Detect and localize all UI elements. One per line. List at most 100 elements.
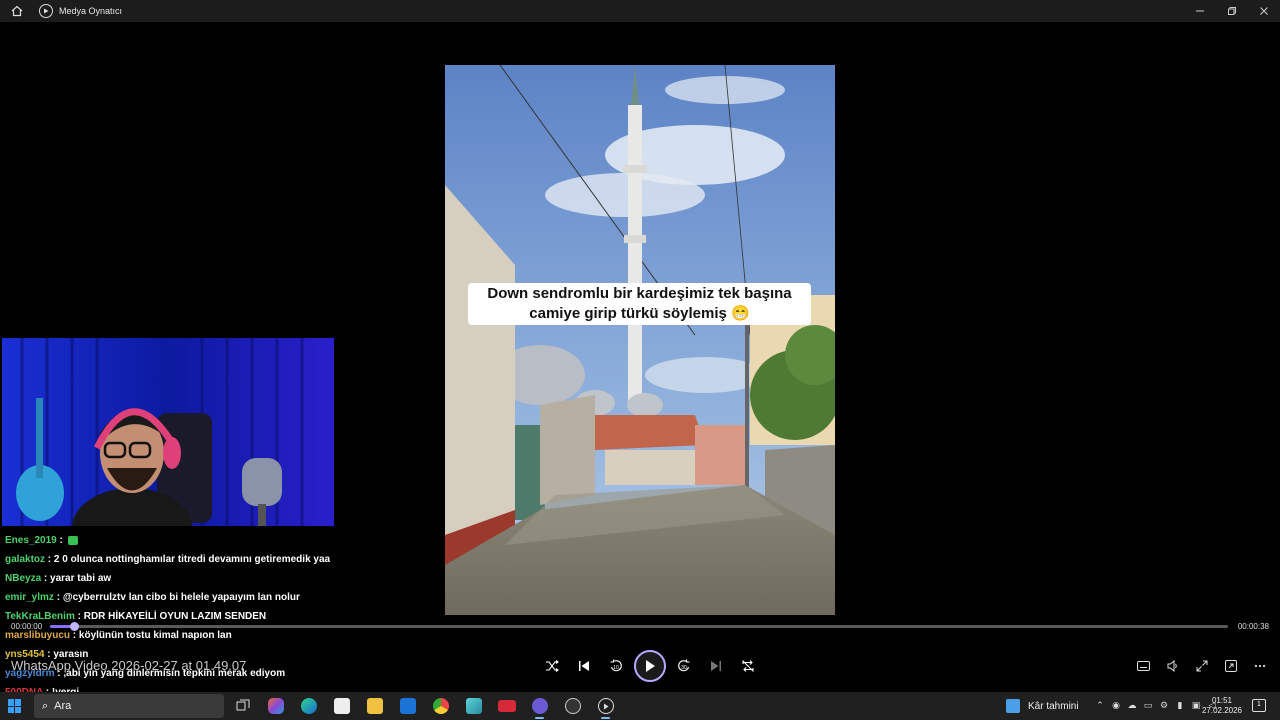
taskbar-store[interactable] [325, 692, 358, 720]
chat-message: NBeyza : yarar tabi aw [5, 569, 385, 588]
chat-message: galaktoz : 2 0 olunca nottinghamılar tit… [5, 550, 385, 569]
chat-username: galaktoz [5, 554, 46, 565]
taskbar-media-player[interactable] [589, 692, 622, 720]
display-icon[interactable]: ▭ [1140, 701, 1156, 711]
miniplayer-button[interactable] [1216, 653, 1245, 679]
clock-time: 01:51 [1211, 696, 1233, 705]
chat-separator: : [56, 535, 66, 546]
title-bar: Medya Oynatıcı [0, 0, 1280, 22]
clock-date: 27.02.2026 [1201, 706, 1243, 715]
file-name: WhatsApp Video 2026-02-27 at 01.49.07 [11, 658, 247, 673]
restore-button[interactable] [1216, 0, 1248, 22]
start-button[interactable] [8, 699, 22, 713]
taskbar-outlook[interactable] [391, 692, 424, 720]
app-icon [465, 698, 482, 714]
chat-message: emir_ylmz : @cyberrulztv lan cibo bi hel… [5, 588, 385, 607]
shuffle-icon [546, 660, 559, 672]
obs-icon [564, 698, 581, 714]
weather-text: Kâr tahmini [1028, 700, 1079, 712]
windows-logo-icon [8, 706, 14, 713]
forward-30-icon: 30 [678, 659, 690, 672]
taskbar-app-teal[interactable] [457, 692, 490, 720]
fullscreen-button[interactable] [1187, 653, 1216, 679]
taskbar-copilot[interactable] [259, 692, 292, 720]
steam-icon[interactable]: ◉ [1108, 701, 1124, 711]
chat-username: emir_ylmz [5, 592, 54, 603]
taskbar-video-editor[interactable] [490, 692, 523, 720]
store-icon [333, 698, 350, 714]
clock[interactable]: 01:51 27.02.2026 [1200, 696, 1244, 716]
playback-controls: 10 30 [536, 650, 764, 682]
video-scene [445, 65, 835, 615]
previous-icon [579, 661, 589, 671]
home-icon[interactable] [9, 3, 25, 19]
caption-line-1: Down sendromlu bir kardeşimiz tek başına [487, 285, 792, 302]
minimize-button[interactable] [1184, 0, 1216, 22]
chat-separator: : [70, 630, 79, 641]
taskbar-chrome[interactable] [424, 692, 457, 720]
webcam-scene [2, 338, 334, 526]
task-view-button[interactable] [226, 692, 259, 720]
more-icon [1254, 664, 1265, 668]
forward-30-button[interactable]: 30 [668, 650, 700, 682]
volume-button[interactable] [1158, 653, 1187, 679]
volume-icon [1167, 660, 1177, 672]
settings-tray-icon[interactable]: ⚙ [1156, 701, 1172, 711]
chat-text: köylünün tostu kimal napıon lan [78, 630, 232, 641]
rewind-10-button[interactable]: 10 [600, 650, 632, 682]
taskbar-obs[interactable] [556, 692, 589, 720]
chat-separator: : [41, 573, 51, 584]
chat-username: marslibuyucu [5, 630, 71, 641]
taskbar-explorer[interactable] [358, 692, 391, 720]
chat-separator: : [45, 554, 54, 565]
chat-text: yarar tabi aw [50, 573, 112, 584]
chevron-up-icon[interactable]: ⌃ [1092, 701, 1108, 711]
previous-button[interactable] [568, 650, 600, 682]
play-icon [646, 660, 655, 672]
search-icon: ⌕ [42, 699, 49, 712]
video-frame[interactable] [445, 65, 835, 615]
chat-message: Enes_2019 : [5, 531, 385, 550]
taskbar-search[interactable]: ⌕ Ara [34, 694, 224, 718]
chat-separator: : [74, 611, 84, 622]
chrome-icon [432, 698, 449, 714]
chat-text: @cyberrulztv lan cibo bi helele yapaıyım… [62, 592, 300, 603]
notification-icon[interactable]: 1 [1252, 699, 1266, 712]
taskbar-edge[interactable] [292, 692, 325, 720]
seek-bar[interactable] [50, 622, 1228, 631]
folder-icon [366, 698, 383, 714]
shuffle-button[interactable] [536, 650, 568, 682]
webcam-overlay [2, 338, 334, 526]
repeat-button[interactable] [732, 650, 764, 682]
repeat-off-icon [742, 660, 754, 672]
chat-username: TekKraLBenim [5, 611, 75, 622]
miniplayer-icon [1224, 660, 1237, 672]
search-label: Ara [54, 700, 72, 712]
current-time: 00:00:00 [11, 622, 43, 631]
taskbar-obs-active[interactable] [523, 692, 556, 720]
chat-text: RDR HİKAYEİLİ OYUN LAZIM SENDEN [83, 611, 267, 622]
cloud-icon[interactable]: ☁ [1124, 701, 1140, 711]
copilot-icon [267, 698, 284, 714]
next-button[interactable] [700, 650, 732, 682]
microphone-icon[interactable]: ▮ [1172, 701, 1188, 711]
media-player-icon [39, 4, 53, 18]
chat-message: marslibuyucu : köylünün tostu kimal napı… [5, 626, 385, 645]
rewind-10-icon: 10 [610, 659, 622, 672]
outlook-icon [399, 698, 416, 714]
close-button[interactable] [1248, 0, 1280, 22]
view-controls [1129, 653, 1274, 679]
captions-icon [1137, 661, 1150, 671]
video-editor-icon [497, 700, 516, 712]
window-title: Medya Oynatıcı [59, 6, 123, 16]
edge-icon [300, 698, 317, 714]
chat-message: TekKraLBenim : RDR HİKAYEİLİ OYUN LAZIM … [5, 607, 385, 626]
seek-thumb[interactable] [69, 622, 79, 631]
play-button[interactable] [634, 650, 666, 682]
captions-button[interactable] [1129, 653, 1158, 679]
weather-icon [1006, 699, 1020, 713]
next-icon [711, 661, 721, 671]
weather-widget[interactable]: Kâr tahmini [1006, 692, 1079, 720]
total-time: 00:00:38 [1237, 622, 1269, 631]
more-button[interactable] [1245, 653, 1274, 679]
